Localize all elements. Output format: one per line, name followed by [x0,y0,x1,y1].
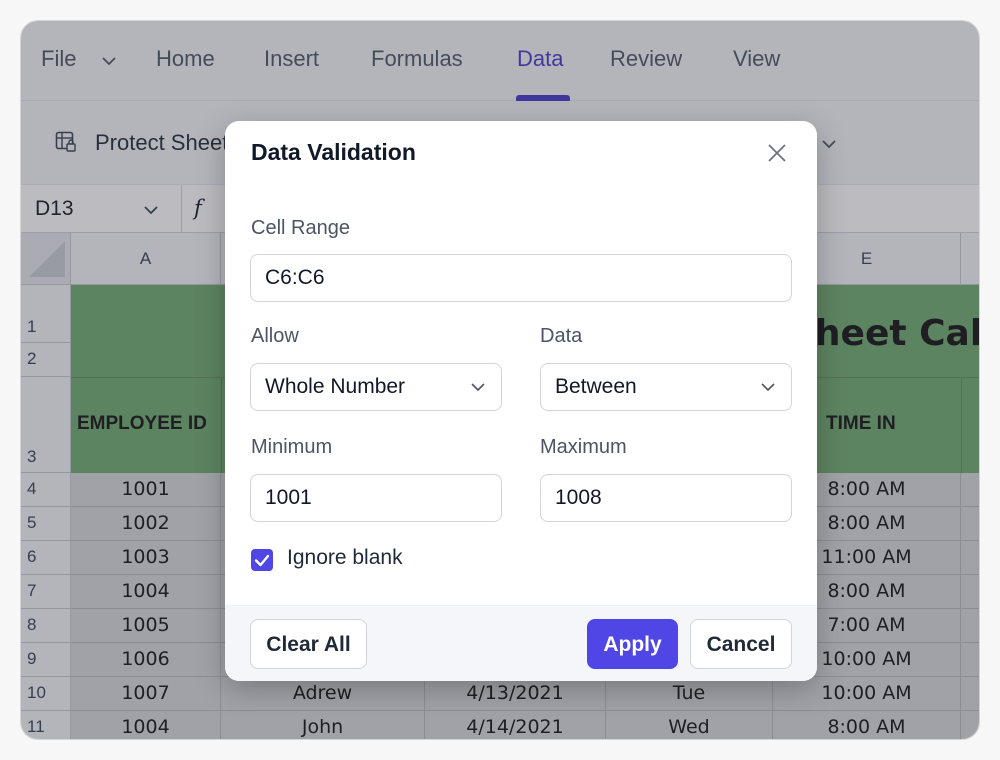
ignore-blank-checkbox[interactable] [251,549,273,571]
maximum-label: Maximum [540,436,627,458]
chevron-down-icon [471,383,485,392]
data-validation-dialog: Data Validation Cell Range C6:C6 Allow W… [225,121,817,681]
allow-select-value: Whole Number [265,375,406,398]
check-icon [254,554,270,567]
chevron-down-icon [761,383,775,392]
data-label: Data [540,325,583,347]
spreadsheet-app: File Home Insert Formulas Data Review Vi… [20,20,980,740]
allow-select[interactable]: Whole Number [250,363,502,411]
allow-label: Allow [251,325,299,347]
minimum-input[interactable]: 1001 [250,474,502,522]
cell-range-input[interactable]: C6:C6 [250,254,792,302]
data-select-value: Between [555,375,637,398]
dialog-title: Data Validation [251,139,416,165]
maximum-input[interactable]: 1008 [540,474,792,522]
minimum-label: Minimum [251,436,333,458]
dialog-footer: Clear All Apply Cancel [225,605,817,681]
data-select[interactable]: Between [540,363,792,411]
cancel-button[interactable]: Cancel [690,619,792,669]
ignore-blank-label[interactable]: Ignore blank [287,546,403,570]
apply-button[interactable]: Apply [587,619,678,669]
close-icon[interactable] [765,141,789,165]
cell-range-label: Cell Range [251,217,350,239]
clear-all-button[interactable]: Clear All [250,619,367,669]
